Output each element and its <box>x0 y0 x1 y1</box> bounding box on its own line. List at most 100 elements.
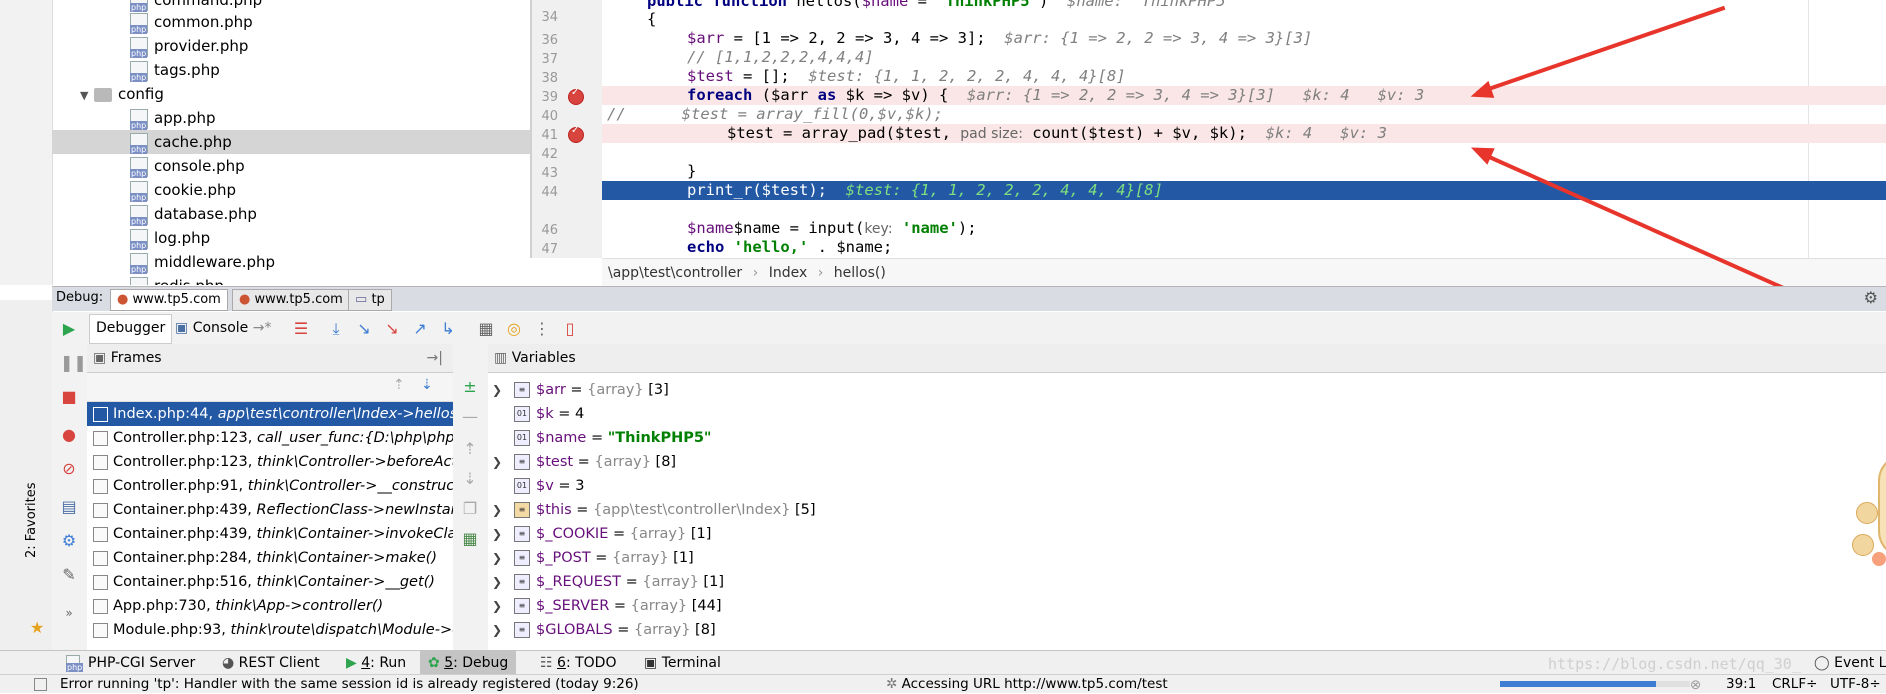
frames-toggle-icon[interactable]: ⋮ <box>533 320 551 338</box>
chevron-right-icon[interactable]: ❯ <box>492 450 514 474</box>
code-line-breakpoint[interactable]: foreach ($arr as $k => $v) { $arr: {1 =>… <box>687 86 1424 105</box>
tool-window-rest-client[interactable]: ◕ REST Client <box>222 651 320 675</box>
line-separator[interactable]: CRLF÷ <box>1772 675 1817 693</box>
frame-row[interactable]: App.php:730, think\App->controller() <box>87 594 453 618</box>
stop-icon[interactable]: ■ <box>60 388 78 406</box>
chevron-right-icon[interactable]: ❯ <box>492 378 514 402</box>
gear-icon[interactable]: ⚙ <box>1864 288 1878 307</box>
pause-icon[interactable]: ❚❚ <box>60 354 87 372</box>
show-execution-point-icon[interactable]: ☰ <box>292 320 310 338</box>
move-down-icon[interactable]: ⇣ <box>461 470 479 488</box>
chevron-right-icon[interactable]: ❯ <box>492 570 514 594</box>
breadcrumb-item[interactable]: Index <box>769 265 808 281</box>
frame-row[interactable]: Container.php:516, think\Container->__ge… <box>87 570 453 594</box>
step-over-icon[interactable]: ⤓ <box>327 320 345 338</box>
frame-row[interactable]: Controller.php:123, call_user_func:{D:\p… <box>87 426 453 450</box>
code-line[interactable]: } <box>687 162 696 181</box>
breadcrumb-item[interactable]: \app\test\controller <box>608 265 742 281</box>
code-line-breakpoint[interactable]: $test = array_pad($test, pad size: count… <box>727 124 1387 143</box>
variable-row[interactable]: ❯ ≡ $_SERVER = {array} [44] <box>492 594 722 618</box>
variable-row[interactable]: 01 $k = 4 <box>514 402 584 426</box>
variable-row[interactable]: ❯ ≡ $arr = {array} [3] <box>492 378 669 402</box>
toggle-tool-windows-icon[interactable] <box>34 678 47 691</box>
tree-item-file[interactable]: redis.php <box>130 274 224 285</box>
tool-window-debug[interactable]: ✿ 5: Debug <box>420 651 517 675</box>
force-step-into-icon[interactable]: ↘ <box>383 320 401 338</box>
step-out-icon[interactable]: ↗ <box>411 320 429 338</box>
debugger-tab[interactable]: Debugger <box>89 314 173 344</box>
chevron-right-icon[interactable]: ❯ <box>492 546 514 570</box>
tree-item-file[interactable]: cookie.php <box>130 178 236 202</box>
code-line[interactable]: echo 'hello,' . $name; <box>687 238 892 257</box>
layout-icon[interactable]: ▤ <box>60 498 78 516</box>
move-up-icon[interactable]: ⇡ <box>461 440 479 458</box>
code-line-current[interactable]: print_r($test); $test: {1, 1, 2, 2, 2, 4… <box>687 181 1163 200</box>
variable-row[interactable]: ❯ ≡ $GLOBALS = {array} [8] <box>492 618 716 642</box>
tree-item-file[interactable]: console.php <box>130 154 245 178</box>
resume-icon[interactable]: ▶ <box>60 320 78 338</box>
run-to-cursor-icon[interactable]: ↳ <box>439 320 457 338</box>
tree-item-folder[interactable]: ▼ config <box>80 82 164 106</box>
frame-row[interactable]: Container.php:439, think\Container->invo… <box>87 522 453 546</box>
frame-row[interactable]: Module.php:93, think\route\dispatch\Modu… <box>87 618 453 642</box>
clear-icon[interactable]: ▯ <box>561 320 579 338</box>
status-message[interactable]: Error running 'tp': Handler with the sam… <box>60 675 639 693</box>
tool-window-php-cgi-server[interactable]: PHP-CGI Server <box>66 651 195 675</box>
debug-session-tab[interactable]: ● www.tp5.com <box>110 289 228 311</box>
variable-row[interactable]: 01 $name = "ThinkPHP5" <box>514 426 711 450</box>
tool-window-event-log[interactable]: ◯ Event L <box>1814 651 1886 675</box>
arrow-down-icon[interactable]: ⇣ <box>421 377 433 393</box>
remove-watch-icon[interactable]: — <box>461 408 479 426</box>
chevron-right-icon[interactable]: ❯ <box>492 594 514 618</box>
tree-item-file[interactable]: middleware.php <box>130 250 275 274</box>
tree-item-file[interactable]: log.php <box>130 226 210 250</box>
breadcrumb-item[interactable]: hellos() <box>834 265 886 281</box>
file-encoding[interactable]: UTF-8÷ <box>1830 675 1881 693</box>
variable-row[interactable]: ❯ ≡ $_POST = {array} [1] <box>492 546 694 570</box>
background-task[interactable]: ✲ Accessing URL http://www.tp5.com/test <box>886 675 1168 693</box>
pin-icon[interactable]: ✎ <box>60 566 78 584</box>
step-into-icon[interactable]: ↘ <box>355 320 373 338</box>
frame-row[interactable]: Controller.php:123, think\Controller->be… <box>87 450 453 474</box>
code-line[interactable]: $arr = [1 => 2, 2 => 3, 4 => 3]; $arr: {… <box>687 29 1312 48</box>
frame-row[interactable]: Container.php:439, ReflectionClass->newI… <box>87 498 453 522</box>
view-breakpoints-icon[interactable]: ● <box>60 426 78 444</box>
watch-icon[interactable]: ◎ <box>505 320 523 338</box>
watches-icon[interactable]: ▦ <box>461 530 479 548</box>
variable-row[interactable]: ❯ ≡ $this = {app\test\controller\Index} [5… <box>492 498 816 522</box>
debug-session-tab[interactable]: ● www.tp5.com <box>232 289 350 311</box>
frame-row[interactable]: Index.php:44, app\test\controller\Index-… <box>87 402 453 426</box>
code-comment[interactable]: // $test = array_fill(0,$v,$k); <box>607 105 943 124</box>
arrow-up-icon[interactable]: ⇡ <box>393 377 405 393</box>
settings-icon[interactable]: ⚙ <box>60 532 78 550</box>
frame-row[interactable]: Container.php:284, think\Container->make… <box>87 546 453 570</box>
variable-row[interactable]: 01 $v = 3 <box>514 474 584 498</box>
code-line[interactable]: { <box>647 10 656 29</box>
console-tab[interactable]: ▣ Console →* <box>175 316 271 340</box>
mute-breakpoints-icon[interactable]: ⊘ <box>60 460 78 478</box>
add-watch-icon[interactable]: ± <box>461 378 479 396</box>
variable-row[interactable]: ❯ ≡ $_COOKIE = {array} [1] <box>492 522 711 546</box>
chevron-down-icon[interactable]: ▼ <box>80 84 94 108</box>
cancel-icon[interactable]: ⊗ <box>1690 676 1701 694</box>
code-line[interactable]: $name$name = input(key: 'name'); <box>687 219 977 238</box>
code-line[interactable]: public function hellos($name = 'ThinkPHP… <box>647 0 1235 11</box>
chevron-right-icon[interactable]: ❯ <box>492 498 514 522</box>
code-comment[interactable]: // [1,1,2,2,2,4,4,4] <box>687 48 874 67</box>
tool-window-todo[interactable]: ☷ 6: TODO <box>540 651 616 675</box>
caret-position[interactable]: 39:1 <box>1726 675 1756 693</box>
tool-window-run[interactable]: ▶ 4: Run <box>346 651 406 675</box>
evaluate-icon[interactable]: ▦ <box>477 320 495 338</box>
code-line[interactable]: $test = []; $test: {1, 1, 2, 2, 2, 4, 4,… <box>687 67 1126 86</box>
copy-icon[interactable]: ❐ <box>461 500 479 518</box>
tree-item-file[interactable]: common.php <box>130 10 253 34</box>
variable-row[interactable]: ❯ ≡ $_REQUEST = {array} [1] <box>492 570 724 594</box>
favorites-tab[interactable]: 2: Favorites <box>24 482 39 558</box>
tree-item-file[interactable]: provider.php <box>130 34 248 58</box>
tree-item-file[interactable]: app.php <box>130 106 216 130</box>
frame-row[interactable]: Controller.php:91, think\Controller->__c… <box>87 474 453 498</box>
tree-item-file[interactable]: tags.php <box>130 58 220 82</box>
breakpoint-icon[interactable] <box>568 125 584 143</box>
tool-window-terminal[interactable]: ▣ Terminal <box>644 651 721 675</box>
debug-session-tab[interactable]: ▭ tp <box>348 289 392 311</box>
